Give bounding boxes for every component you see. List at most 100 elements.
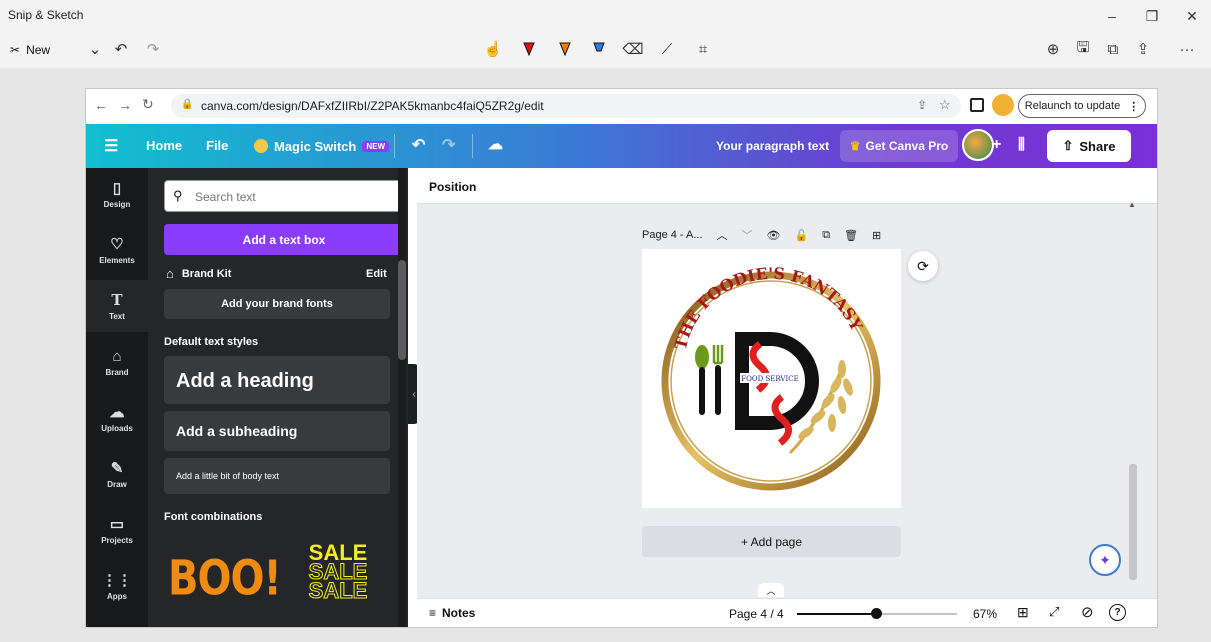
back-icon[interactable]: ← — [94, 97, 108, 113]
help-icon[interactable]: ? — [1109, 604, 1126, 621]
share-label: Share — [1079, 138, 1116, 154]
brand-kit-edit-link[interactable]: Edit — [366, 268, 387, 280]
lock-icon: 🔒 — [181, 99, 194, 110]
chevron-up-icon[interactable]: ︿ — [717, 227, 728, 243]
add-page-icon[interactable]: ⊞ — [872, 229, 881, 242]
ruler-icon[interactable]: ⟋ — [652, 32, 682, 66]
notes-label: Notes — [442, 606, 476, 620]
rail-label: Apps — [107, 592, 127, 601]
browser-toolbar: ← → ↻ 🔒 canva.com/design/DAFxfZIIRbI/Z2P… — [86, 89, 1157, 124]
zoom-slider[interactable] — [797, 608, 957, 619]
add-body-text-button[interactable]: Add a little bit of body text — [164, 458, 390, 494]
file-menu[interactable]: File — [206, 138, 228, 153]
panel-scrollbar[interactable] — [398, 168, 406, 627]
draw-icon: ✎ — [110, 460, 124, 477]
rail-text[interactable]: T Text — [86, 280, 148, 332]
refresh-suggestion-icon[interactable]: ⟳ — [908, 251, 938, 281]
scroll-thumb[interactable] — [1129, 464, 1137, 580]
address-bar[interactable]: 🔒 canva.com/design/DAFxfZIIRbI/Z2PAK5kma… — [171, 94, 961, 118]
notes-button[interactable]: ≡ Notes — [429, 606, 475, 620]
pencil-icon[interactable] — [550, 32, 580, 66]
page-toolbar: Page 4 - A... ︿ ﹀ 👁 🔓 ⧉ 🗑 ⊞ — [642, 227, 881, 243]
scroll-up-arrow[interactable]: ▲ — [1128, 200, 1136, 209]
canvas-scrollbar[interactable]: ▲ — [1126, 200, 1140, 584]
cloud-saved-icon[interactable]: ☁ — [488, 135, 503, 153]
add-collaborator-icon[interactable]: + — [992, 136, 1001, 154]
chevron-down-icon[interactable]: ﹀ — [742, 227, 753, 243]
delete-page-icon[interactable]: 🗑 — [844, 229, 858, 242]
menu-icon[interactable]: ☰ — [104, 136, 118, 156]
expand-pages-icon[interactable]: ︿ — [758, 583, 784, 597]
fullscreen-icon[interactable]: ⤢ — [1049, 604, 1059, 620]
close-button[interactable]: ✕ — [1172, 0, 1211, 32]
position-button[interactable]: Position — [429, 180, 476, 194]
redo-icon[interactable]: ↷ — [138, 32, 168, 66]
design-page[interactable]: THE FOODIE'S FANTASY FOOD SERVICE — [642, 249, 901, 508]
zoom-fill — [797, 613, 877, 615]
share-icon[interactable]: ⇪ — [1128, 32, 1158, 66]
add-page-button[interactable]: + Add page — [642, 526, 901, 557]
rail-draw[interactable]: ✎ Draw — [86, 448, 148, 500]
highlighter-icon[interactable] — [584, 32, 614, 66]
page-indicator[interactable]: Page 4 / 4 — [729, 607, 784, 621]
lock-page-icon[interactable]: 🔓 — [795, 229, 809, 242]
brand-kit-heading: ⌂ Brand Kit — [166, 266, 231, 281]
share-button[interactable]: ⇧ Share — [1047, 130, 1131, 162]
magic-switch-button[interactable]: Magic Switch NEW — [254, 136, 390, 156]
save-icon[interactable]: 🖫 — [1068, 32, 1098, 66]
share-page-icon[interactable]: ⇪ — [917, 98, 927, 112]
forward-icon[interactable]: → — [118, 97, 132, 113]
hide-page-icon[interactable]: 👁 — [767, 229, 781, 242]
rail-brand[interactable]: ⌂ Brand — [86, 336, 148, 388]
grid-view-icon[interactable]: ⊞ — [1017, 604, 1029, 621]
insights-icon[interactable]: ⫼ — [1018, 136, 1025, 153]
eraser-icon[interactable]: ⌫ — [618, 32, 648, 66]
rail-projects[interactable]: ▭ Projects — [86, 504, 148, 556]
search-placeholder: Search text — [195, 190, 256, 204]
add-subheading-button[interactable]: Add a subheading — [164, 411, 390, 451]
page-title-label[interactable]: Page 4 - A... — [642, 229, 703, 241]
user-avatar[interactable] — [962, 129, 994, 161]
minimize-button[interactable]: – — [1092, 0, 1132, 32]
sale-font-combination[interactable]: SALE SALE SALE — [288, 542, 388, 603]
rail-label: Elements — [99, 256, 135, 265]
magic-switch-icon — [254, 139, 268, 153]
more-button[interactable]: ··· — [1172, 32, 1202, 66]
projects-icon: ▭ — [109, 516, 125, 533]
profile-avatar[interactable] — [992, 94, 1014, 116]
reload-icon[interactable]: ↻ — [142, 96, 154, 113]
zoom-slider-knob[interactable] — [871, 608, 883, 619]
document-title[interactable]: Your paragraph text — [716, 139, 829, 153]
new-button[interactable]: ✂ New — [10, 36, 50, 64]
add-text-box-button[interactable]: Add a text box — [164, 224, 404, 255]
home-link[interactable]: Home — [146, 138, 182, 153]
sidepanel-icon[interactable] — [970, 98, 984, 112]
rail-design[interactable]: ▯ Design — [86, 168, 148, 220]
crop-icon[interactable]: ⌗ — [688, 32, 718, 66]
zoom-percentage[interactable]: 67% — [973, 607, 997, 621]
bookmark-star-icon[interactable]: ☆ — [939, 97, 951, 113]
magic-switch-label: Magic Switch — [274, 138, 357, 154]
undo-icon[interactable]: ↶ — [412, 135, 425, 155]
ballpoint-pen-icon[interactable] — [514, 32, 544, 66]
duplicate-page-icon[interactable]: ⧉ — [822, 229, 830, 242]
add-brand-fonts-button[interactable]: Add your brand fonts — [164, 289, 390, 319]
rail-elements[interactable]: ♡ Elements — [86, 224, 148, 276]
search-text-field[interactable]: ⚲ Search text — [164, 180, 404, 212]
boo-font-combination[interactable]: BOO! — [168, 551, 282, 606]
rail-apps[interactable]: ⋮⋮ Apps — [86, 560, 148, 612]
touch-writing-icon[interactable]: ☝ — [478, 32, 508, 66]
rail-uploads[interactable]: ☁ Uploads — [86, 392, 148, 444]
text-icon: T — [111, 291, 123, 309]
copy-icon[interactable]: ⧉ — [1098, 32, 1128, 66]
zoom-icon[interactable]: ⊕ — [1038, 32, 1068, 66]
relaunch-button[interactable]: Relaunch to update ⋮ — [1018, 94, 1146, 118]
undo-icon[interactable]: ↶ — [106, 32, 136, 66]
redo-icon[interactable]: ↷ — [442, 135, 455, 155]
add-heading-button[interactable]: Add a heading — [164, 356, 390, 404]
restore-button[interactable]: ❐ — [1132, 0, 1172, 32]
magic-assistant-icon[interactable]: ✦ — [1089, 544, 1121, 576]
status-bar: ≡ Notes Page 4 / 4 67% ⊞ ⤢ ⊘ ? — [417, 598, 1157, 627]
get-canva-pro-button[interactable]: ♛ Get Canva Pro — [840, 130, 958, 162]
check-icon[interactable]: ⊘ — [1081, 603, 1094, 621]
